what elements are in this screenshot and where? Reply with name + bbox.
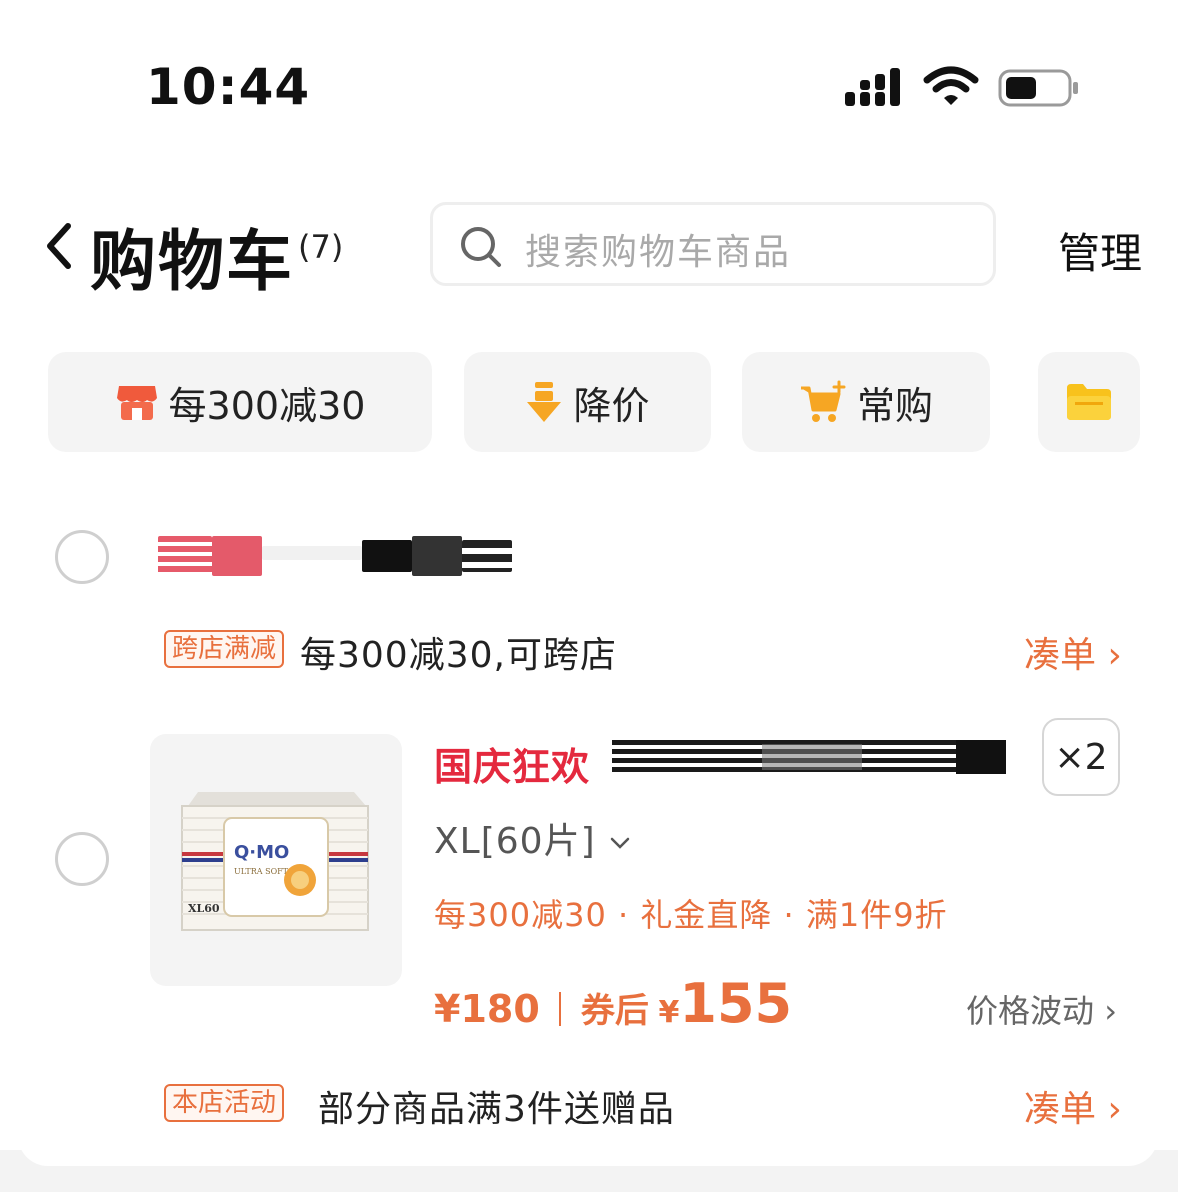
back-chevron-icon[interactable] [40, 218, 80, 274]
festival-label: 国庆狂欢 [434, 745, 591, 789]
search-icon [461, 227, 501, 267]
price-divider [559, 992, 562, 1026]
battery-icon [998, 69, 1078, 107]
chip-label: 常购 [856, 383, 933, 428]
cart-count: (7) [298, 228, 344, 266]
product-image[interactable]: Q·MO ULTRA SOFT XL60 [150, 734, 402, 986]
store-activity-text: 部分商品满3件送赠品 [318, 1089, 675, 1130]
chevron-right-icon: › [1096, 635, 1122, 676]
diaper-box-image: Q·MO ULTRA SOFT XL60 [181, 792, 369, 931]
chip-price-drop[interactable]: 降价 [464, 352, 711, 452]
chip-frequent[interactable]: 常购 [742, 352, 990, 452]
search-input[interactable]: 搜索购物车商品 [430, 202, 996, 286]
cart-plus-icon [800, 380, 846, 422]
product-promos: 每300减30 · 礼金直降 · 满1件9折 [434, 896, 948, 934]
product-brand-text: Q·MO [234, 842, 289, 863]
search-placeholder: 搜索购物车商品 [525, 232, 792, 273]
after-coupon-price: 155 [679, 972, 793, 1035]
price-fluctuation-label: 价格波动 [966, 992, 1095, 1030]
after-coupon-currency: ¥ [658, 995, 680, 1030]
after-coupon-label: 券后 [580, 991, 649, 1031]
collect-order-link[interactable]: 凑单 › [1024, 626, 1122, 678]
promo-tag-store-activity: 本店活动 [164, 1084, 285, 1122]
store-select-radio[interactable] [55, 530, 109, 584]
chevron-right-icon: › [1094, 992, 1117, 1030]
price-fluctuation-link[interactable]: 价格波动 › [966, 986, 1117, 1032]
page-title: 购物车 [90, 223, 294, 300]
svg-text:ULTRA SOFT: ULTRA SOFT [234, 867, 289, 876]
quantity-button[interactable]: ×2 [1042, 718, 1120, 796]
product-select-radio[interactable] [55, 832, 109, 886]
chevron-down-icon [610, 837, 630, 849]
product-title-redacted[interactable] [612, 740, 1006, 774]
folder-icon [1067, 384, 1111, 420]
price-block: ¥180 券后 ¥155 [434, 972, 792, 1035]
svg-text:XL60: XL60 [188, 902, 220, 915]
original-price: ¥180 [434, 987, 540, 1031]
store-name-redacted [158, 536, 568, 576]
spec-label: XL[60片] [434, 821, 596, 862]
store-promo-text: 每300减30,可跨店 [300, 635, 617, 676]
chip-label: 降价 [573, 383, 650, 428]
price-drop-icon [527, 382, 562, 422]
manage-button[interactable]: 管理 [1058, 220, 1142, 281]
collect-order-label: 凑单 [1024, 635, 1097, 676]
chip-folder[interactable] [1038, 352, 1140, 452]
collect-order-link-2[interactable]: 凑单 › [1024, 1080, 1122, 1132]
wifi-icon [923, 66, 979, 105]
spec-selector[interactable]: XL[60片] [434, 812, 632, 864]
promo-tag-cross-store: 跨店满减 [164, 630, 285, 668]
status-time: 10:44 [146, 58, 311, 116]
chip-label: 每300减30 [168, 383, 366, 428]
collect-order-label: 凑单 [1024, 1089, 1097, 1130]
store-icon [116, 386, 157, 420]
signal-icon [845, 68, 900, 106]
chip-discount[interactable]: 每300减30 [48, 352, 432, 452]
chevron-right-icon: › [1096, 1089, 1122, 1130]
